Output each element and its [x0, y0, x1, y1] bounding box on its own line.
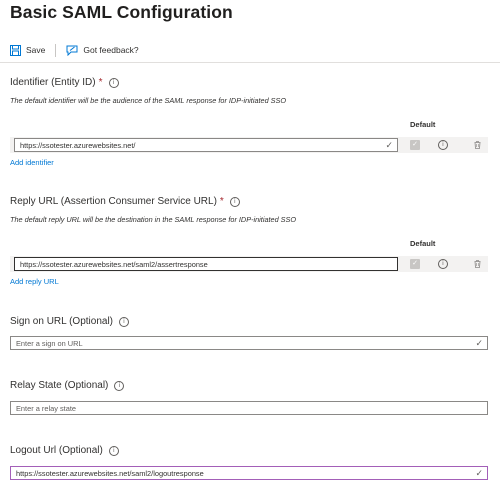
identifier-label: Identifier (Entity ID) * i [10, 77, 119, 88]
logout-url-label: Logout Url (Optional) i [10, 445, 119, 456]
logout-url-value: https://ssotester.azurewebsites.net/saml… [16, 469, 204, 478]
feedback-icon [66, 45, 78, 56]
identifier-input[interactable]: https://ssotester.azurewebsites.net/ ✓ [14, 138, 398, 152]
identifier-default-checkbox[interactable]: ✓ [410, 140, 420, 150]
checkmark-icon: ✓ [475, 468, 483, 478]
add-identifier-link[interactable]: Add identifier [10, 158, 54, 167]
checkmark-icon: ✓ [385, 140, 393, 150]
identifier-value: https://ssotester.azurewebsites.net/ [20, 141, 136, 150]
reply-url-value: https://ssotester.azurewebsites.net/saml… [20, 260, 208, 269]
toolbar-divider [55, 43, 57, 57]
reply-url-default-header: Default [410, 239, 436, 248]
sign-on-url-input[interactable]: Enter a sign on URL ✓ [10, 336, 488, 350]
identifier-description: The default identifier will be the audie… [10, 96, 287, 105]
logout-url-input[interactable]: https://ssotester.azurewebsites.net/saml… [10, 466, 488, 480]
save-icon [10, 44, 21, 56]
relay-state-placeholder: Enter a relay state [16, 404, 76, 413]
feedback-label: Got feedback? [83, 45, 139, 55]
info-icon[interactable]: i [438, 259, 448, 269]
reply-url-description: The default reply URL will be the destin… [10, 215, 297, 224]
reply-url-label-text: Reply URL (Assertion Consumer Service UR… [10, 196, 217, 207]
required-marker: * [98, 77, 103, 88]
required-marker: * [219, 196, 224, 207]
relay-state-label-text: Relay State (Optional) [10, 380, 109, 391]
save-button[interactable]: Save [10, 44, 46, 56]
add-reply-url-link[interactable]: Add reply URL [10, 277, 59, 286]
info-icon[interactable]: i [229, 196, 240, 207]
relay-state-input[interactable]: Enter a relay state [10, 401, 488, 415]
reply-url-input[interactable]: https://ssotester.azurewebsites.net/saml… [14, 257, 398, 271]
checkmark-icon: ✓ [475, 338, 483, 348]
trash-icon[interactable] [474, 260, 481, 268]
sign-on-url-label-text: Sign on URL (Optional) [10, 316, 114, 327]
page-title: Basic SAML Configuration [10, 2, 233, 22]
info-icon[interactable]: i [108, 445, 119, 456]
sign-on-url-placeholder: Enter a sign on URL [16, 339, 83, 348]
reply-url-default-checkbox[interactable]: ✓ [410, 259, 420, 269]
logout-url-label-text: Logout Url (Optional) [10, 445, 103, 456]
sign-on-url-label: Sign on URL (Optional) i [10, 316, 130, 327]
toolbar: Save Got feedback? [10, 42, 139, 58]
toolbar-divider-line [0, 62, 500, 63]
identifier-default-header: Default [410, 120, 436, 129]
info-icon[interactable]: i [119, 316, 130, 327]
info-icon[interactable]: i [114, 380, 125, 391]
feedback-button[interactable]: Got feedback? [66, 45, 139, 56]
info-icon[interactable]: i [108, 77, 119, 88]
trash-icon[interactable] [474, 141, 481, 149]
info-icon[interactable]: i [438, 140, 448, 150]
relay-state-label: Relay State (Optional) i [10, 380, 125, 391]
save-label: Save [26, 45, 46, 55]
identifier-label-text: Identifier (Entity ID) [10, 77, 96, 88]
reply-url-label: Reply URL (Assertion Consumer Service UR… [10, 196, 240, 207]
